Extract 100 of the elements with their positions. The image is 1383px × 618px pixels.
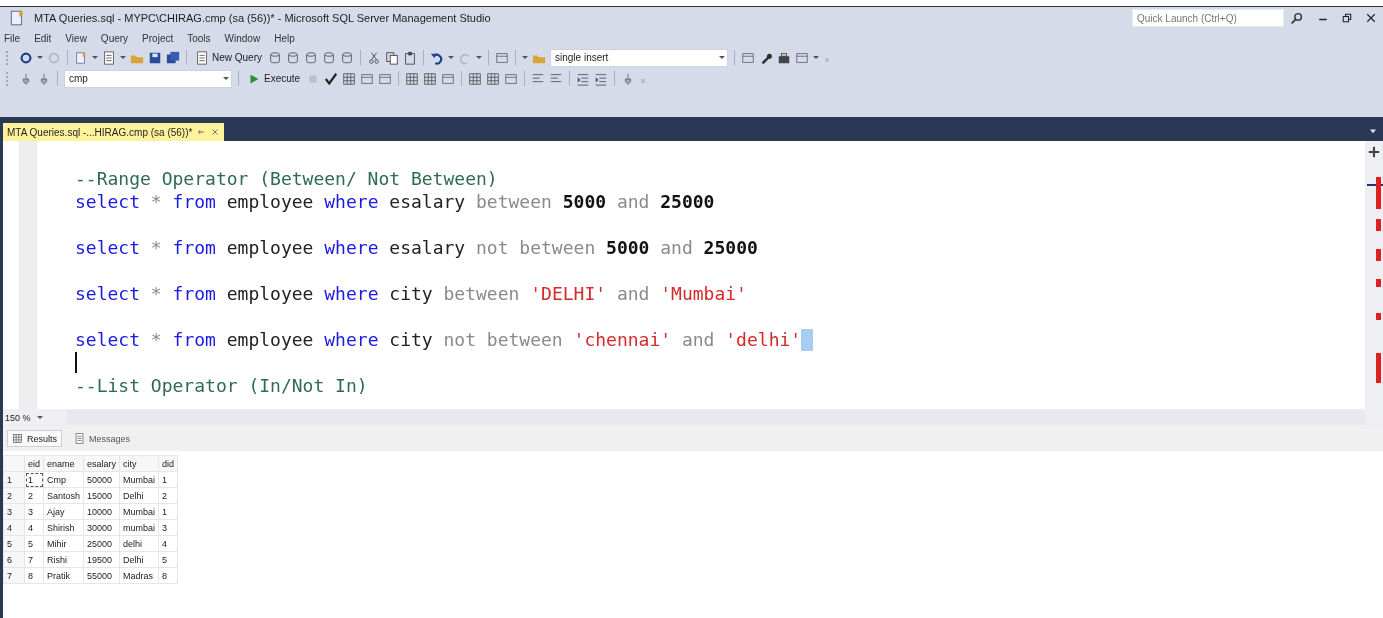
- table-cell: Madras: [119, 567, 159, 584]
- menu-item[interactable]: Query: [100, 32, 129, 44]
- results-tab[interactable]: Results: [7, 430, 62, 447]
- copy-icon[interactable]: [385, 50, 399, 65]
- message-icon: [74, 433, 85, 444]
- save-all-icon[interactable]: [166, 50, 180, 65]
- menu-item[interactable]: View: [65, 32, 87, 44]
- table-cell: 10000: [83, 503, 120, 520]
- close-icon[interactable]: [1365, 12, 1377, 24]
- column-header[interactable]: esalary: [83, 455, 120, 472]
- query-option-icon[interactable]: [360, 71, 375, 86]
- results-option-icon[interactable]: [486, 71, 501, 86]
- table-cell: 30000: [83, 519, 120, 536]
- execute-button[interactable]: Execute: [245, 71, 303, 86]
- database-query-icon[interactable]: [340, 50, 354, 65]
- caret-icon[interactable]: [476, 56, 482, 59]
- table-cell: Ajay: [43, 503, 84, 520]
- database-query-icon[interactable]: [322, 50, 336, 65]
- outdent-icon[interactable]: [594, 71, 609, 86]
- indent-icon[interactable]: [576, 71, 591, 86]
- menu-item[interactable]: Window: [224, 32, 261, 44]
- new-query-button[interactable]: New Query: [193, 50, 264, 65]
- table-cell: 50000: [83, 471, 120, 488]
- code-comment: --Range Operator (Between/ Not Between): [75, 167, 498, 190]
- menu-item[interactable]: Edit: [34, 32, 52, 44]
- code-line: select * from employee where city between 'DELHI' and 'Mumbai': [75, 282, 747, 305]
- grid-icon: [12, 433, 23, 444]
- table-cell: 3: [158, 519, 178, 536]
- table-cell: 8: [24, 567, 44, 584]
- table-cell: Delhi: [119, 487, 159, 504]
- menu-item[interactable]: Project: [142, 32, 174, 44]
- query-option-icon[interactable]: [378, 71, 393, 86]
- window-icon[interactable]: [495, 50, 509, 65]
- back-icon[interactable]: [19, 50, 33, 65]
- caret-icon[interactable]: [813, 56, 819, 59]
- column-header[interactable]: ename: [43, 455, 84, 472]
- code-comment: --List Operator (In/Not In): [75, 374, 368, 397]
- table-cell: Mihir: [43, 535, 84, 552]
- split-icon[interactable]: [1367, 145, 1381, 159]
- code-line: select * from employee where city not between 'chennai' and 'delhi': [75, 328, 814, 351]
- results-option-icon[interactable]: [504, 71, 519, 86]
- query-option-icon[interactable]: [423, 71, 438, 86]
- document-tab[interactable]: MTA Queries.sql -...HIRAG.cmp (sa (56))*: [3, 123, 225, 141]
- query-option-icon[interactable]: [441, 71, 456, 86]
- query-option-icon[interactable]: [405, 71, 420, 86]
- undo-icon[interactable]: [430, 50, 444, 65]
- table-cell: 5: [24, 535, 44, 552]
- table-cell: Mumbai: [119, 503, 159, 520]
- toolbox-icon[interactable]: [777, 50, 791, 65]
- caret-icon: [223, 77, 229, 80]
- menu-item[interactable]: File: [4, 32, 21, 44]
- caret-icon[interactable]: [92, 56, 98, 59]
- horizontal-scrollbar[interactable]: [67, 410, 1365, 425]
- table-cell: 4: [24, 519, 44, 536]
- menu-item[interactable]: Help: [274, 32, 295, 44]
- table-cell: mumbai: [119, 519, 159, 536]
- caret-icon[interactable]: [522, 56, 528, 59]
- quick-launch-field[interactable]: Quick Launch (Ctrl+Q): [1132, 9, 1284, 27]
- caret-icon[interactable]: [448, 56, 454, 59]
- code-line: select * from employee where esalary not between 5000 and 25000: [75, 236, 758, 259]
- table-cell: Rishi: [43, 551, 84, 568]
- toolbar-grip: [6, 71, 11, 86]
- table-cell: 3: [24, 503, 44, 520]
- caret-icon[interactable]: [37, 56, 43, 59]
- table-cell: 2: [158, 487, 178, 504]
- save-icon[interactable]: [148, 50, 162, 65]
- configuration-dropdown[interactable]: single insert: [550, 48, 728, 67]
- table-cell: Pratik: [43, 567, 84, 584]
- table-cell: Delhi: [119, 551, 159, 568]
- table-cell: 19500: [83, 551, 120, 568]
- search-icon[interactable]: [1290, 11, 1303, 25]
- results-option-icon[interactable]: [468, 71, 483, 86]
- database-query-icon[interactable]: [304, 50, 318, 65]
- database-query-icon[interactable]: [268, 50, 282, 65]
- restore-icon[interactable]: [1341, 12, 1353, 24]
- table-cell: 1: [158, 503, 178, 520]
- caret-icon: [719, 56, 725, 59]
- new-file-icon[interactable]: [102, 50, 116, 65]
- window-icon[interactable]: [795, 50, 809, 65]
- table-cell: 1: [158, 471, 178, 488]
- paste-icon[interactable]: [403, 50, 417, 65]
- cut-icon[interactable]: [367, 50, 381, 65]
- caret-icon[interactable]: [120, 56, 126, 59]
- window-title: MTA Queries.sql - MYPC\CHIRAG.cmp (sa (56))* - Microsoft SQL Server Management Studio: [34, 12, 491, 24]
- code-line: select * from employee where esalary between 5000 and 25000: [75, 190, 715, 213]
- table-cell: 7: [24, 551, 44, 568]
- column-header[interactable]: city: [119, 455, 159, 472]
- table-cell: Santosh: [43, 487, 84, 504]
- table-cell: 5: [158, 551, 178, 568]
- table-cell: 15000: [83, 487, 120, 504]
- database-query-icon[interactable]: [286, 50, 300, 65]
- pin-icon[interactable]: [196, 127, 207, 137]
- messages-tab[interactable]: Messages: [70, 431, 135, 446]
- menu-item[interactable]: Tools: [187, 32, 211, 44]
- table-cell: Cmp: [43, 471, 84, 488]
- database-dropdown[interactable]: cmp: [64, 69, 232, 88]
- table-cell: 4: [158, 535, 178, 552]
- check-icon[interactable]: [324, 71, 339, 86]
- table-cell: 55000: [83, 567, 120, 584]
- new-project-icon[interactable]: [74, 50, 88, 65]
